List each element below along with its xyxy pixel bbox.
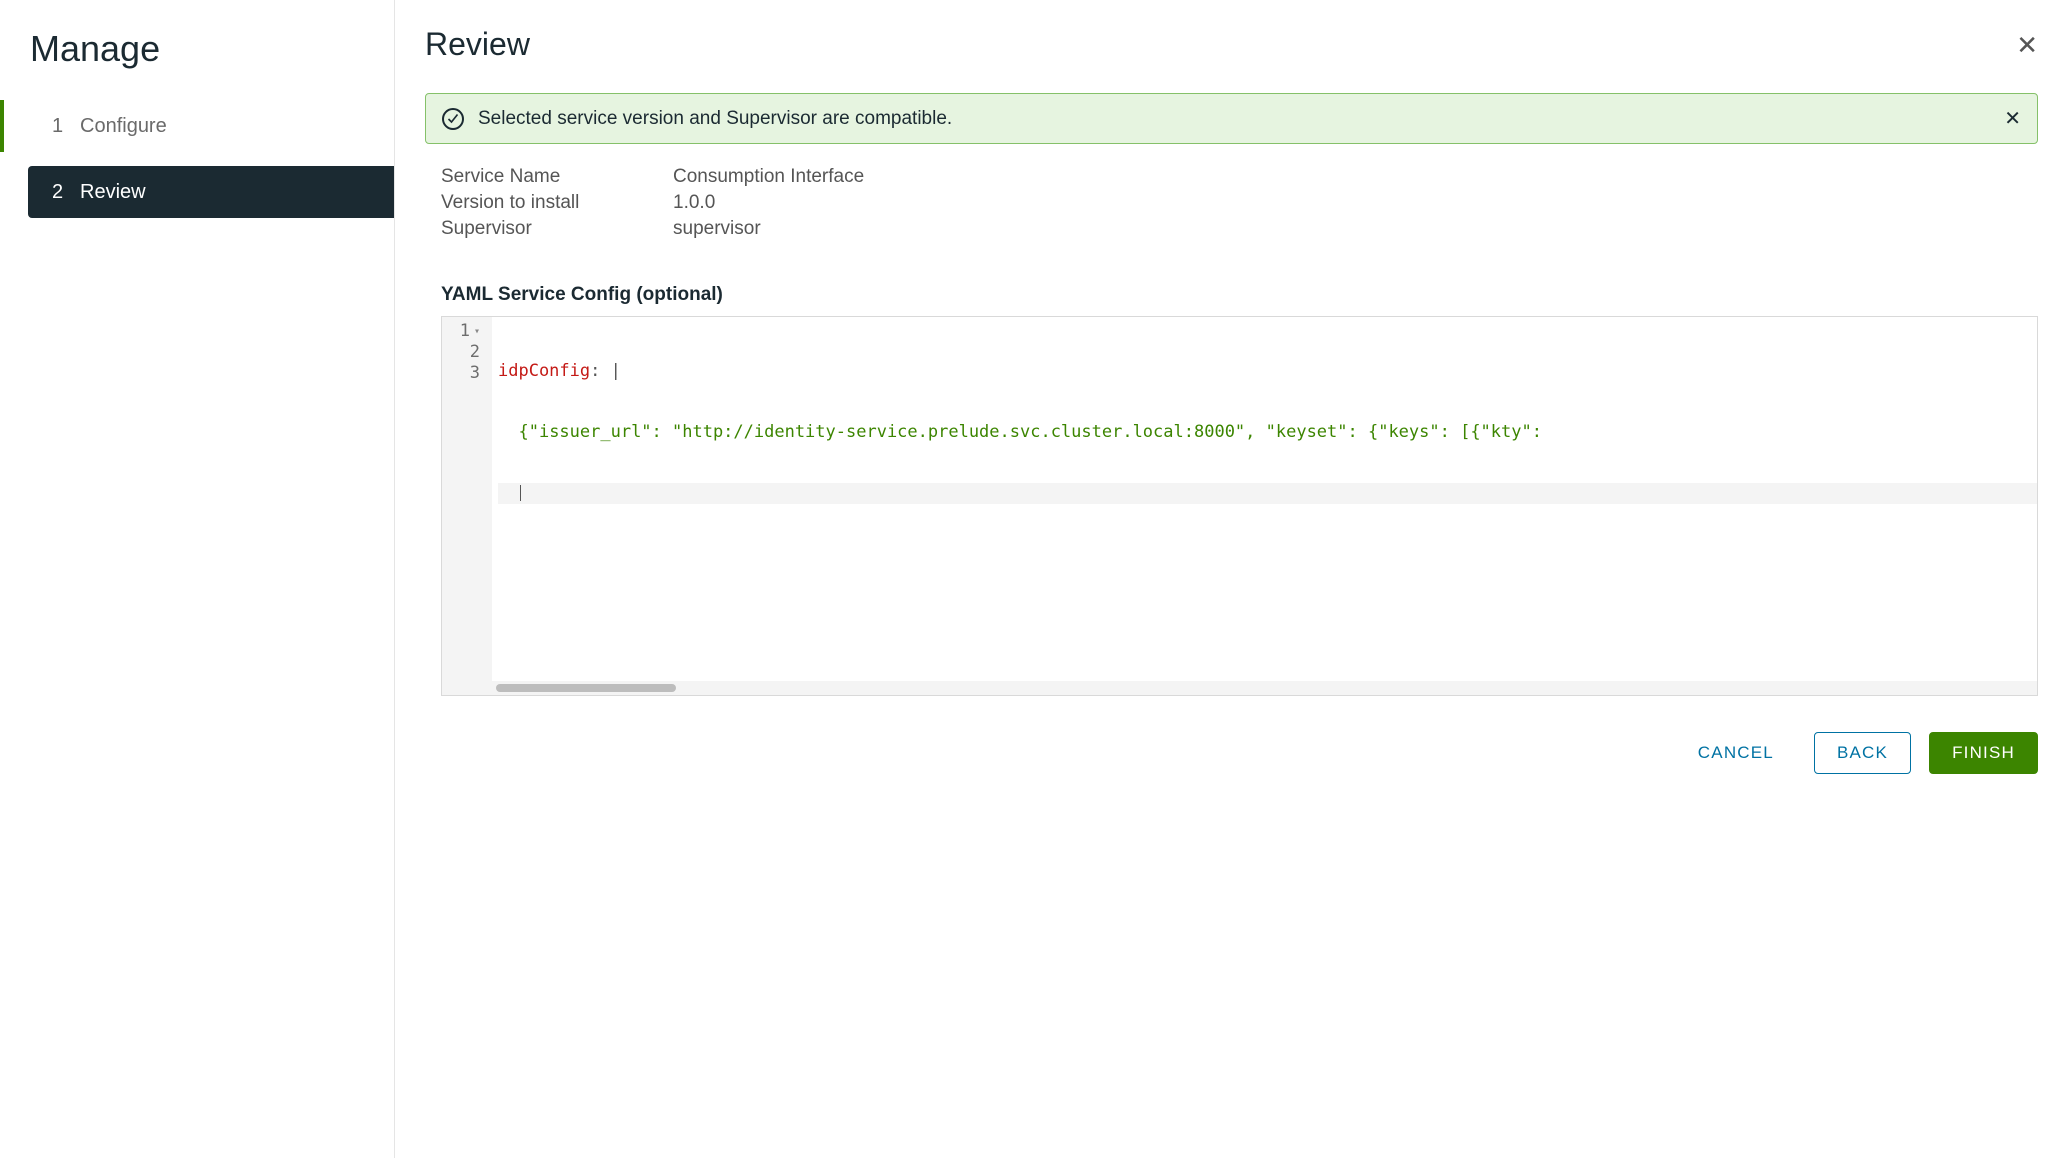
field-value: 1.0.0 (673, 192, 715, 214)
editor-caret (520, 485, 521, 501)
field-label: Version to install (441, 192, 673, 214)
close-button[interactable]: ✕ (2016, 32, 2038, 58)
wizard-step-review[interactable]: 2 Review (28, 166, 394, 218)
check-circle-icon (442, 108, 464, 130)
yaml-indent (498, 422, 518, 442)
alert-close-button[interactable]: ✕ (2004, 106, 2021, 131)
cancel-button[interactable]: CANCEL (1676, 733, 1796, 773)
wizard-steps: 1 Configure 2 Review (0, 100, 394, 218)
wizard-step-configure[interactable]: 1 Configure (28, 100, 394, 152)
close-icon: ✕ (2016, 30, 2038, 60)
editor-gutter: 1▾ 2 3 (442, 317, 492, 681)
field-value: supervisor (673, 218, 761, 240)
alert-text: Selected service version and Supervisor … (478, 108, 952, 130)
yaml-editor[interactable]: 1▾ 2 3 idpConfig: | {"issuer_url": "http… (441, 316, 2038, 696)
field-value: Consumption Interface (673, 166, 864, 188)
step-label: Configure (80, 115, 167, 138)
back-button[interactable]: BACK (1814, 732, 1911, 774)
field-label: Service Name (441, 166, 673, 188)
editor-horizontal-scrollbar[interactable] (442, 681, 2037, 695)
field-label: Supervisor (441, 218, 673, 240)
fold-icon: ▾ (474, 321, 480, 342)
line-number: 2 (470, 342, 480, 363)
sidebar-title: Manage (0, 28, 394, 100)
line-number: 1 (460, 321, 470, 342)
step-label: Review (80, 181, 146, 204)
wizard-footer: CANCEL BACK FINISH (425, 732, 2038, 774)
line-number: 3 (470, 363, 480, 384)
scroll-thumb[interactable] (496, 684, 676, 692)
close-icon: ✕ (2004, 108, 2021, 130)
main-header: Review ✕ (425, 26, 2038, 63)
page-title: Review (425, 26, 530, 63)
field-version: Version to install 1.0.0 (441, 192, 2038, 214)
yaml-indent (498, 483, 518, 503)
field-supervisor: Supervisor supervisor (441, 218, 2038, 240)
yaml-config-label: YAML Service Config (optional) (441, 284, 2038, 306)
finish-button[interactable]: FINISH (1929, 732, 2038, 774)
yaml-key: idpConfig (498, 361, 590, 381)
wizard-sidebar: Manage 1 Configure 2 Review (0, 0, 395, 1158)
step-number: 1 (52, 115, 80, 138)
compatibility-alert: Selected service version and Supervisor … (425, 93, 2038, 144)
editor-code[interactable]: idpConfig: | {"issuer_url": "http://iden… (492, 317, 2037, 681)
main-panel: Review ✕ Selected service version and Su… (395, 0, 2068, 1158)
yaml-string: {"issuer_url": "http://identity-service.… (518, 422, 1542, 442)
yaml-text: : | (590, 361, 621, 381)
field-service-name: Service Name Consumption Interface (441, 166, 2038, 188)
step-number: 2 (52, 181, 80, 204)
